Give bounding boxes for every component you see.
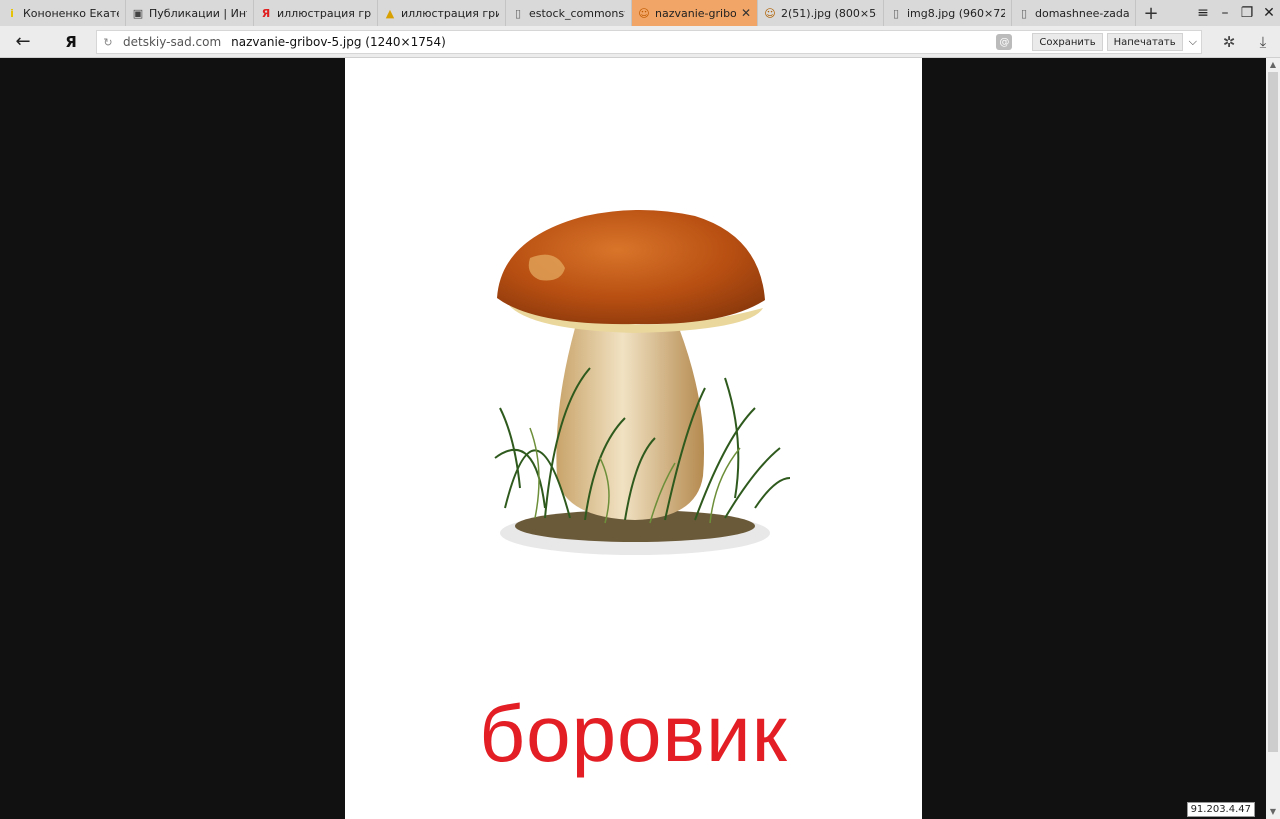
save-button[interactable]: Сохранить <box>1032 33 1103 51</box>
new-tab-button[interactable]: + <box>1136 0 1166 26</box>
tab-strip: i Кононенко Екатерина ▣ Публикации | Интра Я… <box>0 0 1280 26</box>
yandex-logo-icon[interactable]: Я <box>46 33 96 51</box>
tab-label: Кононенко Екатерина <box>23 6 119 20</box>
tab-5[interactable]: ▯ estock_commonswiki <box>506 0 632 26</box>
close-window-icon[interactable]: ✕ <box>1258 5 1280 21</box>
tab-favicon-icon: ▣ <box>132 6 144 20</box>
tab-label: Публикации | Интра <box>149 6 247 20</box>
minimize-icon[interactable]: – <box>1214 5 1236 21</box>
download-icon[interactable]: ⤓ <box>1246 33 1280 51</box>
scrollbar-thumb[interactable] <box>1268 72 1278 752</box>
url-domain: detskiy-sad.com <box>123 35 222 49</box>
addons-icon[interactable]: ✲ <box>1212 33 1246 51</box>
scroll-up-icon[interactable]: ▲ <box>1266 58 1280 72</box>
tab-label: nazvanie-gribov-5 <box>655 6 736 20</box>
tab-favicon-icon: i <box>10 6 14 20</box>
tab-favicon-icon: ▲ <box>385 6 395 20</box>
print-button[interactable]: Напечатать <box>1106 33 1183 51</box>
tab-favicon-icon: ☺ <box>638 6 650 20</box>
scroll-down-icon[interactable]: ▼ <box>1266 805 1280 819</box>
toolbar-right: ✲ ⤓ <box>1212 26 1280 58</box>
tab-favicon-icon: ☺ <box>764 6 776 20</box>
vertical-scrollbar[interactable]: ▲ ▼ <box>1266 58 1280 819</box>
tab-favicon-icon: Я <box>261 6 271 20</box>
tab-label: иллюстрация грибов <box>401 6 499 20</box>
tab-1[interactable]: i Кононенко Екатерина <box>0 0 126 26</box>
image-sheet: боровик <box>345 58 922 819</box>
mushroom-illustration <box>494 210 791 555</box>
tab-4[interactable]: ▲ иллюстрация грибов <box>378 0 506 26</box>
tab-3[interactable]: Яиллюстрация грибов <box>254 0 378 26</box>
tab-label: domashnee-zadanie- <box>1035 6 1129 20</box>
tab-6[interactable]: ☺ nazvanie-gribov-5 ✕ <box>632 0 758 26</box>
address-bar[interactable]: ↻ detskiy-sad.com nazvanie-gribov-5.jpg … <box>96 30 1202 54</box>
restore-icon[interactable]: ❐ <box>1236 5 1258 21</box>
tab-8[interactable]: ▯ img8.jpg (960×720) <box>884 0 1012 26</box>
tab-2[interactable]: ▣ Публикации | Интра <box>126 0 254 26</box>
chevron-down-icon[interactable]: ⌵ <box>1189 35 1197 49</box>
ip-address-label: 91.203.4.47 <box>1186 802 1255 817</box>
url-path: nazvanie-gribov-5.jpg (1240×1754) <box>231 35 446 49</box>
window-controls: ≡ – ❐ ✕ <box>1192 0 1280 26</box>
tab-9[interactable]: ▯ domashnee-zadanie- <box>1012 0 1136 26</box>
tab-label: 2(51).jpg (800×586) <box>781 6 877 20</box>
menu-icon[interactable]: ≡ <box>1192 5 1214 21</box>
close-icon[interactable]: ✕ <box>741 6 751 20</box>
tab-favicon-icon: ▯ <box>514 6 522 20</box>
address-toolbar: ← Я ↻ detskiy-sad.com nazvanie-gribov-5.… <box>0 26 1280 58</box>
tab-favicon-icon: ▯ <box>892 6 900 20</box>
tab-favicon-icon: ▯ <box>1020 6 1028 20</box>
reload-icon[interactable]: ↻ <box>97 36 119 49</box>
tab-label: estock_commonswiki <box>529 6 625 20</box>
address-bar-actions: @ Сохранить Напечатать ⌵ <box>996 33 1197 51</box>
tab-label: иллюстрация грибов <box>277 6 371 20</box>
back-button[interactable]: ← <box>0 31 46 52</box>
mushroom-caption: боровик <box>479 689 788 778</box>
image-viewer: боровик <box>0 58 1266 819</box>
tab-7[interactable]: ☺ 2(51).jpg (800×586) <box>758 0 884 26</box>
reader-mode-icon[interactable]: @ <box>996 34 1013 50</box>
tab-label: img8.jpg (960×720) <box>907 6 1005 20</box>
